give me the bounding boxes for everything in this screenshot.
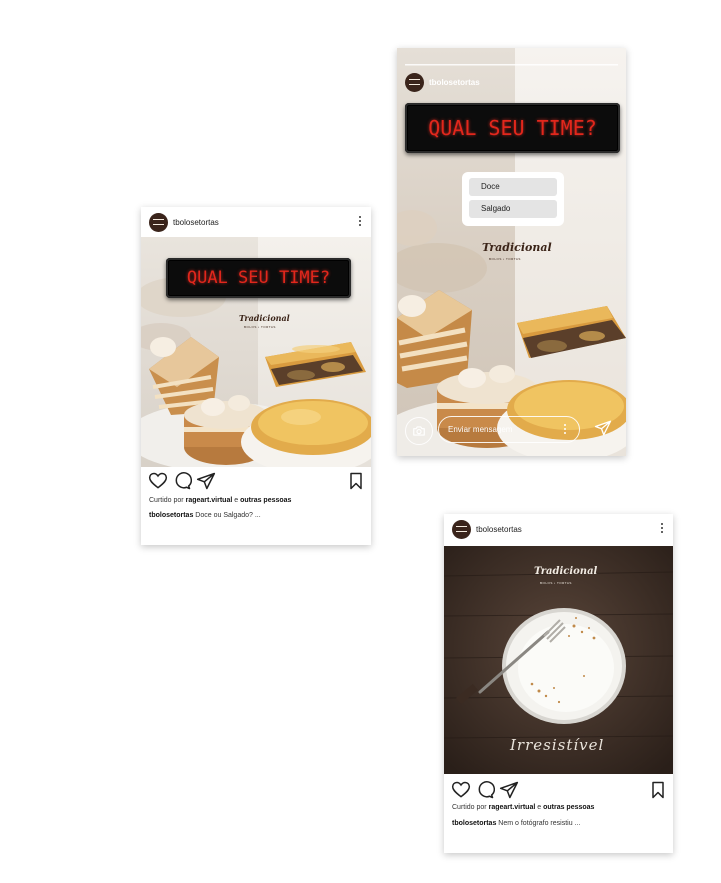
liked-by-others[interactable]: outras pessoas [543, 804, 594, 811]
post-photo: Tradicional BOLOS • TORTAS Irresistível [444, 546, 673, 774]
liked-by-prefix: Curtido por [149, 497, 184, 504]
liked-by-user[interactable]: rageart.virtual [186, 497, 233, 504]
profile-avatar[interactable] [405, 72, 424, 92]
message-input[interactable]: Enviar mensagem [438, 416, 580, 443]
caption-text: Doce ou Salgado? ... [195, 512, 261, 519]
more-options-icon[interactable] [564, 424, 567, 434]
liked-by-prefix: Curtido por [452, 804, 487, 811]
post-caption: tbolosetortas Nem o fotógrafo resistiu .… [452, 820, 580, 827]
brand-logo-subtitle: BOLOS • TORTAS [540, 581, 572, 585]
likes-line: Curtido por rageart.virtual e outras pes… [149, 497, 291, 504]
story-header: tbolosetortas [397, 70, 480, 94]
brand-logo: Tradicional [482, 241, 552, 254]
more-options-icon[interactable] [358, 216, 361, 228]
send-icon[interactable] [594, 419, 614, 439]
brand-logo-subtitle: BOLOS • TORTAS [489, 257, 521, 261]
post-action-bar [141, 471, 371, 493]
poll-option-doce[interactable]: Doce [469, 178, 557, 196]
comment-icon[interactable] [172, 471, 193, 491]
more-options-icon[interactable] [660, 523, 663, 535]
profile-avatar[interactable] [452, 519, 471, 539]
post-caption: tbolosetortas Doce ou Salgado? ... [149, 512, 261, 519]
led-sign: QUAL SEU TIME? [405, 103, 620, 153]
led-sign-text: QUAL SEU TIME? [186, 268, 331, 288]
caption-text: Nem o fotógrafo resistiu ... [498, 820, 581, 827]
heart-icon[interactable] [148, 471, 168, 491]
post-card-2: tbolosetortas Tradicional BOLOS • TORTAS… [444, 514, 673, 853]
send-icon[interactable] [499, 780, 519, 800]
post-header: tbolosetortas [141, 207, 371, 237]
bookmark-icon[interactable] [648, 780, 668, 800]
send-icon[interactable] [196, 471, 216, 491]
led-sign-text: QUAL SEU TIME? [428, 116, 597, 140]
brand-logo: Tradicional [239, 313, 290, 323]
caption-username[interactable]: tbolosetortas [452, 820, 496, 827]
story-username[interactable]: tbolosetortas [429, 78, 480, 87]
story-card: tbolosetortas QUAL SEU TIME? Doce Salgad… [397, 48, 626, 456]
poll-option-salgado[interactable]: Salgado [469, 200, 557, 218]
liked-by-and: e [234, 497, 239, 504]
post-action-bar [444, 780, 673, 802]
liked-by-user[interactable]: rageart.virtual [489, 804, 536, 811]
post-username[interactable]: tbolosetortas [173, 218, 219, 227]
comment-icon[interactable] [475, 780, 496, 800]
caption-username[interactable]: tbolosetortas [149, 512, 193, 519]
likes-line: Curtido por rageart.virtual e outras pes… [452, 804, 594, 811]
liked-by-and: e [537, 804, 542, 811]
message-input-placeholder: Enviar mensagem [448, 425, 513, 434]
bookmark-icon[interactable] [346, 471, 366, 491]
liked-by-others[interactable]: outras pessoas [240, 497, 291, 504]
tagline-text: Irresistível [510, 736, 605, 754]
story-reply-bar: Enviar mensagem [397, 412, 626, 448]
brand-logo: Tradicional [534, 566, 598, 577]
brand-logo-subtitle: BOLOS • TORTAS [244, 325, 276, 329]
post-photo: QUAL SEU TIME? Tradicional BOLOS • TORTA… [141, 237, 371, 467]
camera-icon[interactable] [405, 417, 433, 445]
poll-sticker: Doce Salgado [462, 172, 564, 226]
post-header: tbolosetortas [444, 514, 673, 544]
led-sign: QUAL SEU TIME? [166, 258, 351, 298]
heart-icon[interactable] [451, 780, 471, 800]
post-username[interactable]: tbolosetortas [476, 525, 522, 534]
profile-avatar[interactable] [149, 212, 168, 232]
post-card-1: tbolosetortas QUAL SEU TIME? Tradicional… [141, 207, 371, 545]
